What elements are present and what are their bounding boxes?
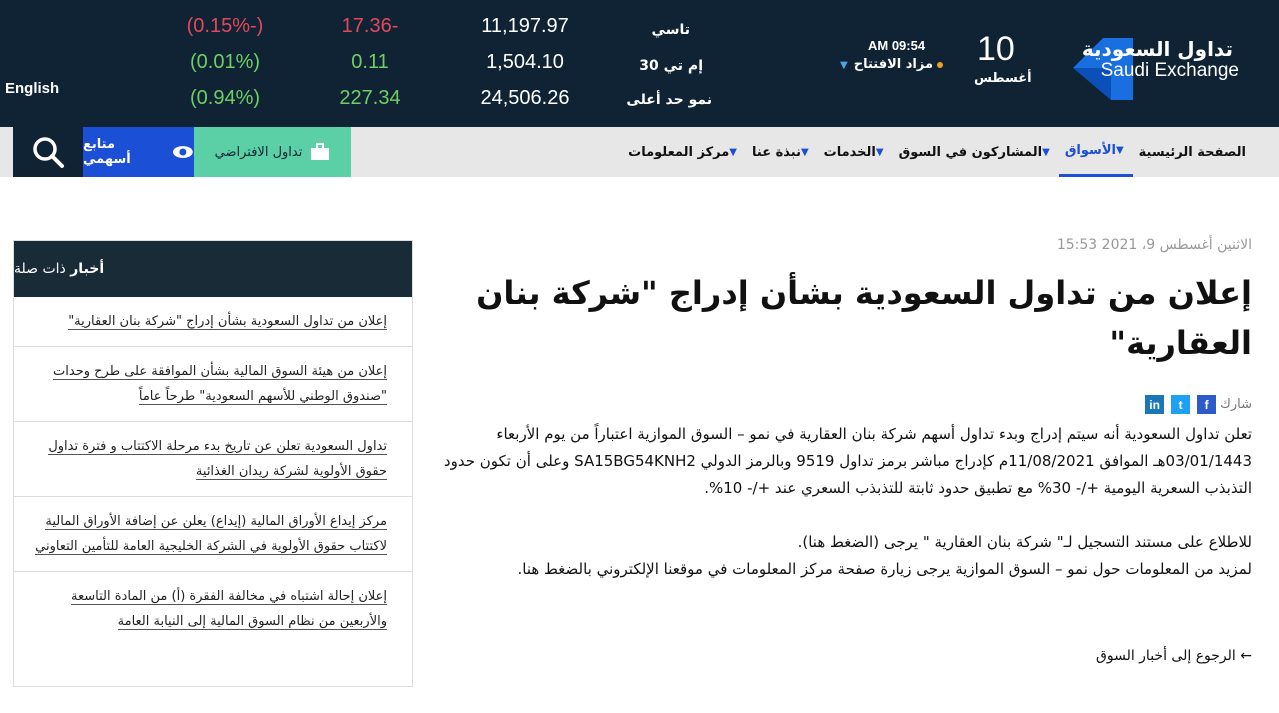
related-news-item[interactable]: إعلان إحالة اشتباه في مخالفة الفقرة (أ) … <box>14 572 412 646</box>
article-body: تعلن تداول السعودية أنه سيتم إدراج وبدء … <box>430 421 1252 583</box>
ticker-percent: (0.01%) <box>189 51 261 73</box>
date-month: أغسطس <box>974 71 1032 86</box>
related-news-title: إعلان من تداول السعودية بشأن إدراج "شركة… <box>68 314 387 330</box>
twitter-icon[interactable]: t <box>1171 395 1191 414</box>
share-bar: شارك f t in <box>1142 395 1252 414</box>
ticker-change: 227.34 <box>339 87 401 109</box>
share-label: شارك <box>1220 397 1252 412</box>
related-news-title: تداول السعودية تعلن عن تاريخ بدء مرحلة ا… <box>48 439 387 480</box>
article-paragraph-info-link[interactable]: لمزيد من المعلومات حول نمو – السوق الموا… <box>430 556 1253 583</box>
ticker-percent: (0.15%-) <box>186 15 264 37</box>
related-heading-rest: ذات صلة <box>14 261 66 277</box>
ticker-change: 0.11 <box>351 51 389 73</box>
logo-arabic-text: تداول السعودية <box>1081 37 1233 61</box>
date-day: 10 <box>977 30 1015 68</box>
virtual-trading-button[interactable]: تداول الافتراضي <box>194 127 351 177</box>
search-icon <box>33 137 64 168</box>
back-to-market-news-link[interactable]: ← الرجوع إلى أخبار السوق <box>1096 648 1252 664</box>
nav-menu: الصفحة الرئيسية الأسواق ▼ المشاركون في ال… <box>622 127 1252 177</box>
nav-item-home[interactable]: الصفحة الرئيسية <box>1133 127 1252 177</box>
linkedin-icon[interactable]: in <box>1145 395 1165 414</box>
ticker-value: 24,506.26 <box>480 87 570 109</box>
related-news-item[interactable]: تداول السعودية تعلن عن تاريخ بدء مرحلة ا… <box>14 422 412 497</box>
nav-item-label: الأسواق <box>1064 143 1116 158</box>
ticker-name[interactable]: إم تي 30 <box>600 58 703 74</box>
nav-item-markets[interactable]: الأسواق ▼ <box>1058 127 1133 177</box>
related-news-item[interactable]: إعلان من تداول السعودية بشأن إدراج "شركة… <box>14 297 412 347</box>
related-news-title: إعلان إحالة اشتباه في مخالفة الفقرة (أ) … <box>71 589 387 630</box>
nav-item-info-center[interactable]: مركز المعلومات ▼ <box>622 127 746 177</box>
related-news-title: مركز إيداع الأوراق المالية (إيداع) يعلن … <box>35 514 387 555</box>
watchlist-button[interactable]: متابع أسهمي <box>83 127 194 177</box>
nav-item-label: مركز المعلومات <box>628 144 730 160</box>
ticker-name[interactable]: تاسي <box>600 22 690 38</box>
related-news-title: إعلان من هيئة السوق المالية بشأن الموافق… <box>53 364 387 405</box>
chevron-down-icon: ▼ <box>1042 146 1050 158</box>
facebook-icon[interactable]: f <box>1197 395 1217 414</box>
related-news-item[interactable]: مركز إيداع الأوراق المالية (إيداع) يعلن … <box>14 497 412 572</box>
ticker-change: 17.36- <box>341 15 399 37</box>
logo-english-text: Saudi Exchange <box>1100 60 1239 81</box>
ticker-value: 1,504.10 <box>486 51 564 73</box>
nav-item-label: الصفحة الرئيسية <box>1138 144 1246 160</box>
article-title: إعلان من تداول السعودية بشأن إدراج "شركة… <box>476 274 1252 362</box>
related-news-heading: أخبار ذات صلة <box>14 241 412 297</box>
nav-item-participants[interactable]: المشاركون في السوق ▼ <box>893 127 1059 177</box>
chevron-down-icon: ▼ <box>840 60 848 71</box>
language-switch-link[interactable]: English <box>5 80 59 97</box>
watchlist-label: متابع أسهمي <box>83 137 131 167</box>
related-news-item[interactable]: إعلان من هيئة السوق المالية بشأن الموافق… <box>14 347 412 422</box>
ticker-name[interactable]: نمو حد أعلى <box>600 92 712 108</box>
chevron-down-icon: ▼ <box>729 146 737 158</box>
chevron-down-icon: ▼ <box>800 146 809 158</box>
nav-item-label: الخدمات <box>823 144 876 160</box>
article-date: الاثنين أغسطس 9، 2021 15:53 <box>1056 237 1252 253</box>
ticker-percent: (0.94%) <box>189 87 261 109</box>
chevron-down-icon: ▼ <box>1115 145 1124 156</box>
article-paragraph-registration-link[interactable]: للاطلاع على مستند التسجيل لـ" شركة بنان … <box>430 529 1252 556</box>
related-heading-bold: أخبار <box>70 261 105 277</box>
status-dot-icon <box>937 61 944 68</box>
nav-item-label: المشاركون في السوق <box>898 144 1043 160</box>
briefcase-icon <box>311 143 330 160</box>
ticker-value: 11,197.97 <box>481 15 569 37</box>
nav-item-label: نبذة عنا <box>752 144 801 160</box>
related-news-panel: أخبار ذات صلة إعلان من تداول السعودية بش… <box>13 240 413 687</box>
market-time: AM 09:54 <box>868 38 926 53</box>
search-button[interactable] <box>13 127 83 177</box>
nav-item-services[interactable]: الخدمات ▼ <box>818 127 893 177</box>
nav-item-about[interactable]: نبذة عنا ▼ <box>746 127 818 177</box>
market-status-label: مزاد الافتتاح <box>853 57 934 72</box>
top-header: English (0.15%-) 17.36- 11,197.97 تاسي (… <box>0 0 1279 127</box>
saudi-exchange-logo[interactable]: تداول السعودية Saudi Exchange <box>1073 30 1263 105</box>
article-paragraph: تعلن تداول السعودية أنه سيتم إدراج وبدء … <box>443 425 1252 497</box>
virtual-trading-label: تداول الافتراضي <box>214 144 303 160</box>
chevron-down-icon: ▼ <box>875 146 884 158</box>
market-status[interactable]: ▼ مزاد الافتتاح <box>840 57 944 72</box>
eye-icon <box>173 146 194 158</box>
